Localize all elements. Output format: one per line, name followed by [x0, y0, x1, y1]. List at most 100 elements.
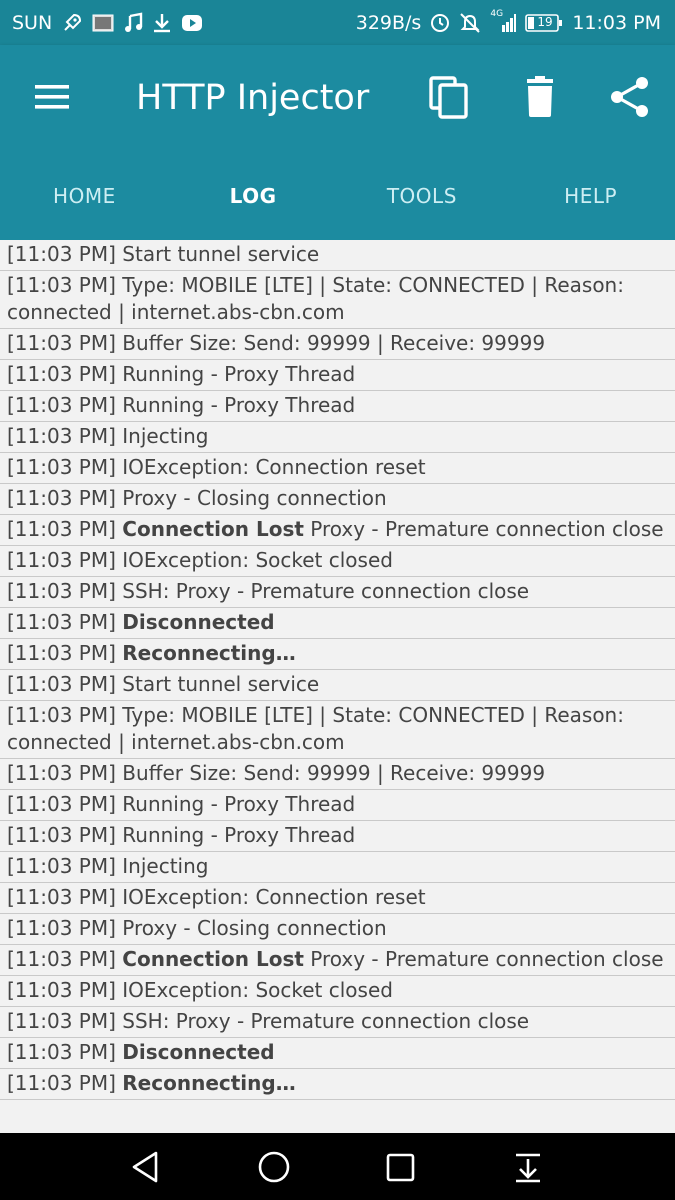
battery-icon: 19: [525, 13, 563, 32]
delete-icon: [527, 76, 553, 117]
music-icon: [123, 12, 143, 34]
menu-icon: [35, 85, 69, 109]
log-message: Running - Proxy Thread: [122, 362, 356, 386]
log-list[interactable]: [11:03 PM] Start tunnel service [11:03 PM…: [0, 240, 675, 1133]
log-timestamp: [11:03 PM]: [7, 641, 116, 665]
log-entry: [11:03 PM] SSH: Proxy - Premature connec…: [0, 1007, 675, 1038]
log-timestamp: [11:03 PM]: [7, 362, 116, 386]
menu-button[interactable]: [34, 82, 72, 112]
log-timestamp: [11:03 PM]: [7, 331, 116, 355]
app-title: HTTP Injector: [136, 78, 370, 118]
network-type: 4G: [490, 8, 504, 19]
notification-pull-icon: [516, 1153, 540, 1183]
navigation-bar: [0, 1133, 675, 1200]
log-timestamp: [11:03 PM]: [7, 885, 116, 909]
log-message: Running - Proxy Thread: [122, 823, 356, 847]
log-message: Proxy - Premature connection close: [310, 947, 664, 971]
share-icon: [611, 77, 648, 117]
log-entry: [11:03 PM] IOException: Connection reset: [0, 453, 675, 484]
download-icon: [152, 12, 172, 34]
log-timestamp: [11:03 PM]: [7, 916, 116, 940]
log-entry: [11:03 PM] Buffer Size: Send: 99999 | Re…: [0, 329, 675, 360]
log-message: Running - Proxy Thread: [122, 393, 356, 417]
log-message: Start tunnel service: [122, 242, 320, 266]
log-message: Running - Proxy Thread: [122, 792, 356, 816]
log-entry: [11:03 PM] Type: MOBILE [LTE] | State: C…: [0, 701, 675, 759]
log-message: IOException: Connection reset: [122, 455, 426, 479]
status-left: SUN: [12, 12, 203, 34]
tab-log[interactable]: LOG: [169, 173, 338, 219]
app-bar: HTTP Injector HOME LOG TOOLS HELP: [0, 45, 675, 240]
log-timestamp: [11:03 PM]: [7, 703, 116, 727]
log-event: Connection Lost: [122, 517, 304, 541]
log-message: Start tunnel service: [122, 672, 320, 696]
log-timestamp: [11:03 PM]: [7, 978, 116, 1002]
log-entry: [11:03 PM] Disconnected: [0, 608, 675, 639]
log-timestamp: [11:03 PM]: [7, 947, 116, 971]
signal-icon: 4G: [490, 9, 517, 33]
copy-button[interactable]: [428, 75, 472, 119]
tab-bar: HOME LOG TOOLS HELP: [0, 173, 675, 219]
carrier-label: SUN: [12, 11, 53, 34]
log-entry: [11:03 PM] Running - Proxy Thread: [0, 360, 675, 391]
recent-apps-button[interactable]: [380, 1147, 420, 1187]
net-speed: 329B/s: [355, 11, 422, 34]
log-timestamp: [11:03 PM]: [7, 1071, 116, 1095]
delete-button[interactable]: [518, 75, 562, 119]
log-timestamp: [11:03 PM]: [7, 517, 116, 541]
log-message: Proxy - Premature connection close: [310, 517, 664, 541]
home-button[interactable]: [254, 1147, 294, 1187]
log-entry: [11:03 PM] Injecting: [0, 422, 675, 453]
log-entry: [11:03 PM] Disconnected: [0, 1038, 675, 1069]
home-icon: [258, 1151, 290, 1183]
log-timestamp: [11:03 PM]: [7, 672, 116, 696]
log-message: IOException: Socket closed: [122, 978, 393, 1002]
log-entry: [11:03 PM] Injecting: [0, 852, 675, 883]
log-timestamp: [11:03 PM]: [7, 792, 116, 816]
log-timestamp: [11:03 PM]: [7, 393, 116, 417]
rocket-icon: [61, 12, 83, 34]
log-entry: [11:03 PM] Reconnecting…: [0, 639, 675, 670]
log-message: Injecting: [122, 424, 209, 448]
log-entry: [11:03 PM] IOException: Socket closed: [0, 546, 675, 577]
log-event: Reconnecting…: [122, 1071, 296, 1095]
tab-home[interactable]: HOME: [0, 173, 169, 219]
log-entry: [11:03 PM] SSH: Proxy - Premature connec…: [0, 577, 675, 608]
log-message: Buffer Size: Send: 99999 | Receive: 9999…: [122, 761, 546, 785]
image-icon: [92, 13, 114, 33]
copy-icon: [429, 76, 468, 119]
back-button[interactable]: [126, 1147, 166, 1187]
log-timestamp: [11:03 PM]: [7, 242, 116, 266]
tab-tools[interactable]: TOOLS: [338, 173, 507, 219]
share-button[interactable]: [608, 75, 652, 119]
log-entry: [11:03 PM] Running - Proxy Thread: [0, 790, 675, 821]
log-entry: [11:03 PM] Running - Proxy Thread: [0, 821, 675, 852]
youtube-icon: [181, 14, 203, 32]
log-event: Reconnecting…: [122, 641, 296, 665]
log-entry: [11:03 PM] IOException: Socket closed: [0, 976, 675, 1007]
log-message: IOException: Connection reset: [122, 885, 426, 909]
log-entry: [11:03 PM] IOException: Connection reset: [0, 883, 675, 914]
log-timestamp: [11:03 PM]: [7, 548, 116, 572]
log-entry: [11:03 PM] Start tunnel service: [0, 670, 675, 701]
log-message: Proxy - Closing connection: [122, 486, 387, 510]
back-icon: [132, 1151, 158, 1183]
battery-level: 19: [537, 14, 553, 29]
notification-pull-button[interactable]: [508, 1147, 548, 1187]
log-entry: [11:03 PM] Running - Proxy Thread: [0, 391, 675, 422]
status-right: 329B/s 4G 19 11:03 PM: [355, 9, 661, 34]
log-timestamp: [11:03 PM]: [7, 455, 116, 479]
log-timestamp: [11:03 PM]: [7, 1040, 116, 1064]
log-timestamp: [11:03 PM]: [7, 823, 116, 847]
log-event: Disconnected: [122, 1040, 275, 1064]
log-message: SSH: Proxy - Premature connection close: [122, 1009, 530, 1033]
status-bar: SUN 329B/s 4G 19 11:03 PM: [0, 0, 675, 45]
log-entry: [11:03 PM] Reconnecting…: [0, 1069, 675, 1100]
recent-apps-icon: [386, 1153, 415, 1182]
mute-icon: [459, 12, 481, 34]
tab-help[interactable]: HELP: [506, 173, 675, 219]
log-entry: [11:03 PM] Proxy - Closing connection: [0, 484, 675, 515]
log-message: Buffer Size: Send: 99999 | Receive: 9999…: [122, 331, 546, 355]
log-timestamp: [11:03 PM]: [7, 486, 116, 510]
clock: 11:03 PM: [572, 11, 661, 34]
